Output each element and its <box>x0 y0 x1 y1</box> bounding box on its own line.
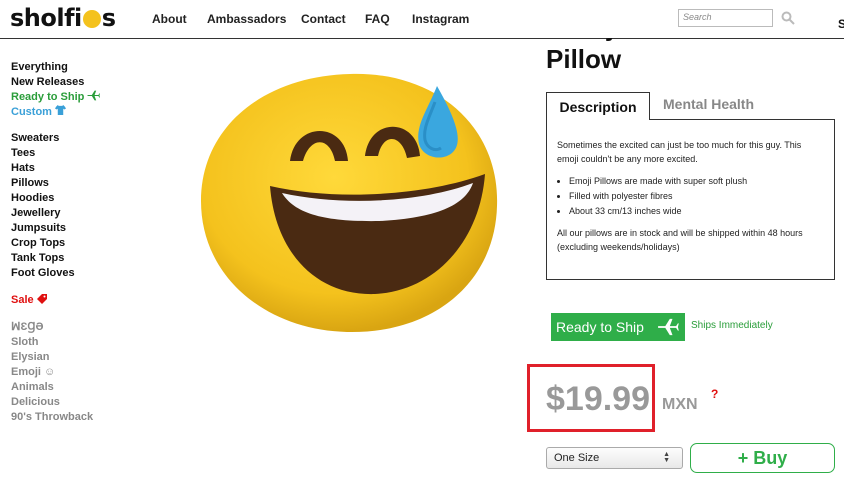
sidebar-item-custom[interactable]: Custom <box>11 105 131 120</box>
sidebar-item-jewellery[interactable]: Jewellery <box>11 206 131 221</box>
list-item: Filled with polyester fibres <box>569 189 824 203</box>
list-item: About 33 cm/13 inches wide <box>569 204 824 218</box>
sidebar-item-hats[interactable]: Hats <box>11 161 131 176</box>
nav-contact[interactable]: Contact <box>301 12 346 26</box>
page-title: Pillow <box>546 44 622 74</box>
sidebar-item-tees[interactable]: Tees <box>11 146 131 161</box>
emoji-pillow-image <box>201 73 498 333</box>
list-item: Emoji Pillows are made with super soft p… <box>569 174 824 188</box>
sidebar-item-label: Custom <box>11 106 52 118</box>
airplane-icon <box>87 90 101 101</box>
site-header: shᴏlfi s About Ambassadors Contact FAQ In… <box>0 0 844 39</box>
search-input[interactable]: Search <box>678 9 773 27</box>
sidebar-item-sweaters[interactable]: Sweaters <box>11 131 131 146</box>
logo-text-tail: s <box>101 4 116 32</box>
search-icon[interactable] <box>781 11 795 25</box>
airplane-icon <box>658 318 679 336</box>
tab-mental-health[interactable]: Mental Health <box>663 96 754 112</box>
select-arrows-icon: ▲ ▼ <box>663 451 670 464</box>
logo-text: shᴏlfi <box>10 4 82 32</box>
logo[interactable]: shᴏlfi s <box>10 4 116 32</box>
nav-instagram[interactable]: Instagram <box>412 12 469 26</box>
sidebar-item-sale[interactable]: Sale <box>11 293 131 308</box>
sidebar-item-crop-tops[interactable]: Crop Tops <box>11 236 131 251</box>
category-sidebar: Everything New Releases Ready to Ship Cu… <box>11 60 131 425</box>
cart-label[interactable]: S <box>838 17 844 31</box>
sidebar-item-ready-to-ship[interactable]: Ready to Ship <box>11 90 131 105</box>
nav-about[interactable]: About <box>152 12 187 26</box>
tab-description[interactable]: Description <box>546 92 650 120</box>
size-select[interactable]: One Size ▲ ▼ <box>546 447 683 469</box>
sidebar-item-label: Ready to Ship <box>11 91 85 103</box>
sidebar-item-tank-tops[interactable]: Tank Tops <box>11 251 131 266</box>
size-select-value: One Size <box>554 452 600 464</box>
sidebar-item-hoodies[interactable]: Hoodies <box>11 191 131 206</box>
sidebar-item-special[interactable]: ꟽƐꞬƏ <box>11 320 131 335</box>
sidebar-item-emoji[interactable]: Emoji ☺ <box>11 365 131 380</box>
ships-immediately-text: Ships Immediately <box>691 320 773 331</box>
ready-to-ship-label: Ready to Ship <box>556 319 644 335</box>
nav-faq[interactable]: FAQ <box>365 12 390 26</box>
sidebar-item-pillows[interactable]: Pillows <box>11 176 131 191</box>
description-panel: Sometimes the excited can just be too mu… <box>546 119 835 280</box>
description-bullets: Emoji Pillows are made with super soft p… <box>557 174 824 218</box>
ready-to-ship-badge[interactable]: Ready to Ship <box>551 313 685 341</box>
sidebar-item-label: Sale <box>11 294 34 306</box>
sidebar-item-everything[interactable]: Everything <box>11 60 131 75</box>
price-tag-icon <box>36 294 47 304</box>
sidebar-item-foot-gloves[interactable]: Foot Gloves <box>11 266 131 281</box>
emoji-logo-icon <box>82 10 101 28</box>
sidebar-item-delicious[interactable]: Delicious <box>11 395 131 410</box>
currency-selector[interactable]: MXN <box>662 396 698 414</box>
sidebar-item-animals[interactable]: Animals <box>11 380 131 395</box>
sidebar-item-elysian[interactable]: Elysian <box>11 350 131 365</box>
sidebar-item-jumpsuits[interactable]: Jumpsuits <box>11 221 131 236</box>
nav-ambassadors[interactable]: Ambassadors <box>207 12 286 26</box>
help-icon[interactable]: ? <box>711 387 718 401</box>
description-shipping: All our pillows are in stock and will be… <box>557 228 803 252</box>
price: $19.99 <box>546 380 650 418</box>
tshirt-icon <box>55 105 66 115</box>
sidebar-item-90s-throwback[interactable]: 90's Throwback <box>11 410 131 425</box>
sidebar-item-new-releases[interactable]: New Releases <box>11 75 131 90</box>
description-intro: Sometimes the excited can just be too mu… <box>557 140 802 164</box>
buy-button[interactable]: + Buy <box>690 443 835 473</box>
sidebar-item-sloth[interactable]: Sloth <box>11 335 131 350</box>
